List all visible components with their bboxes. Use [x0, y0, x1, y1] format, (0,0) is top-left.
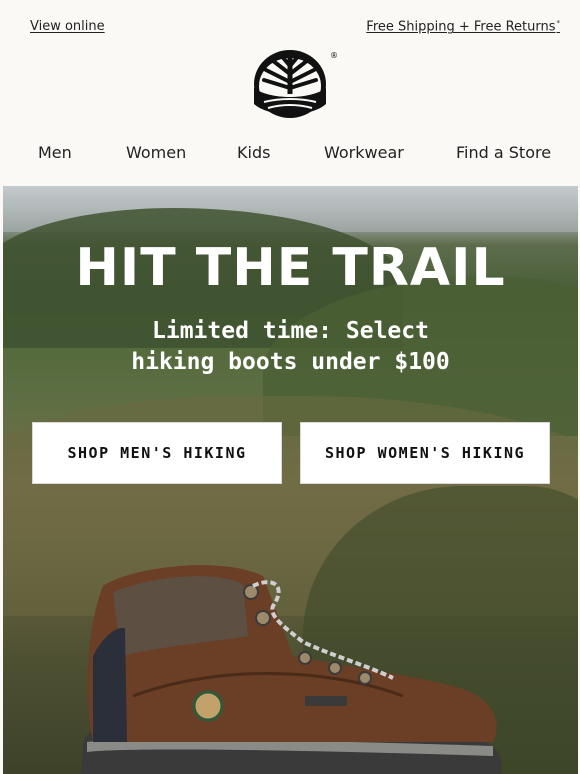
shipping-returns-link[interactable]: Free Shipping + Free Returns* — [366, 19, 560, 34]
email-page: View online Free Shipping + Free Returns… — [0, 0, 580, 774]
shop-mens-hiking-button[interactable]: SHOP MEN'S HIKING — [32, 422, 282, 484]
shop-womens-hiking-button[interactable]: SHOP WOMEN'S HIKING — [300, 422, 550, 484]
nav-item-men[interactable]: Men — [38, 143, 72, 162]
nav-item-women[interactable]: Women — [126, 143, 186, 162]
hero-banner[interactable]: HIT THE TRAIL Limited time: Select hikin… — [3, 186, 578, 774]
hero-subheadline: Limited time: Select hiking boots under … — [43, 316, 538, 378]
nav-item-workwear[interactable]: Workwear — [324, 143, 404, 162]
view-online-link[interactable]: View online — [30, 19, 105, 34]
hero-subheadline-line-1: Limited time: Select — [152, 318, 429, 344]
main-nav: Men Women Kids Workwear Find a Store — [0, 140, 580, 170]
registered-mark: ® — [330, 51, 338, 60]
nav-item-kids[interactable]: Kids — [237, 143, 270, 162]
tree-logo-icon: ® — [254, 50, 338, 118]
utility-bar: View online Free Shipping + Free Returns… — [0, 0, 580, 44]
shipping-returns-label: Free Shipping + Free Returns — [366, 19, 556, 35]
hiking-boot-image — [81, 565, 502, 774]
timberland-tree-logo[interactable]: ® — [250, 44, 340, 124]
shipping-asterisk: * — [556, 19, 561, 27]
hero-headline: HIT THE TRAIL — [75, 238, 506, 298]
hero-subheadline-line-2: hiking boots under $100 — [131, 349, 450, 375]
nav-item-find-a-store[interactable]: Find a Store — [456, 143, 551, 162]
